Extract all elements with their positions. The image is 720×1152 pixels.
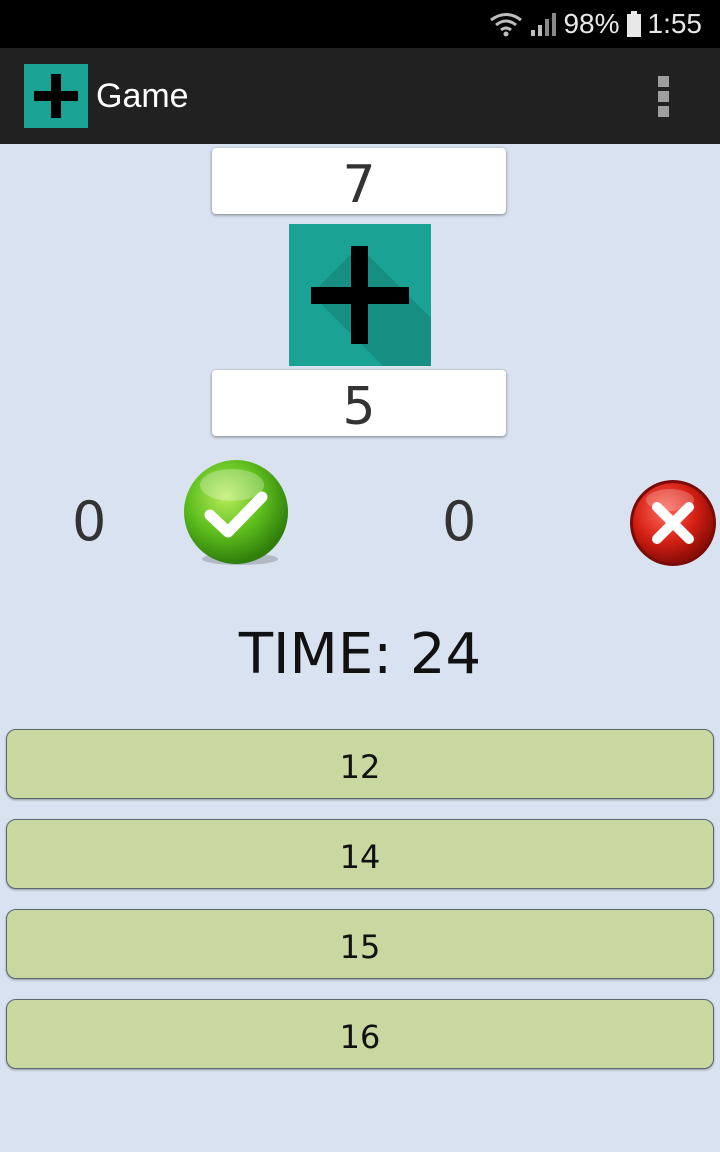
answer-button-3[interactable]: 15	[6, 909, 714, 979]
timer-value: 24	[409, 622, 482, 687]
first-operand-box: 7	[212, 148, 506, 215]
app-title: Game	[96, 77, 189, 115]
answer-button-2[interactable]: 14	[6, 819, 714, 889]
operator-tile	[289, 224, 431, 366]
answer-button-1[interactable]: 12	[6, 729, 714, 799]
wrong-score: 0	[442, 490, 477, 553]
correct-score: 0	[72, 490, 107, 553]
battery-percent: 98%	[563, 8, 620, 39]
second-operand-box: 5	[212, 370, 506, 437]
status-indicators: 98% 1:55	[489, 0, 702, 48]
plus-icon	[311, 246, 431, 366]
cross-icon	[628, 478, 718, 568]
status-bar: 98% 1:55	[0, 0, 720, 48]
overflow-menu-icon[interactable]	[648, 76, 680, 118]
timer-label: TIME:	[238, 622, 393, 687]
signal-icon	[531, 13, 557, 36]
answer-button-4[interactable]: 16	[6, 999, 714, 1069]
battery-icon	[626, 11, 641, 37]
wifi-icon	[490, 13, 523, 37]
status-time: 1:55	[647, 8, 703, 39]
checkmark-icon	[182, 459, 292, 569]
timer: TIME: 24	[0, 622, 720, 687]
app-bar: Game	[0, 48, 720, 144]
app-icon	[24, 64, 88, 128]
plus-icon	[34, 74, 78, 118]
